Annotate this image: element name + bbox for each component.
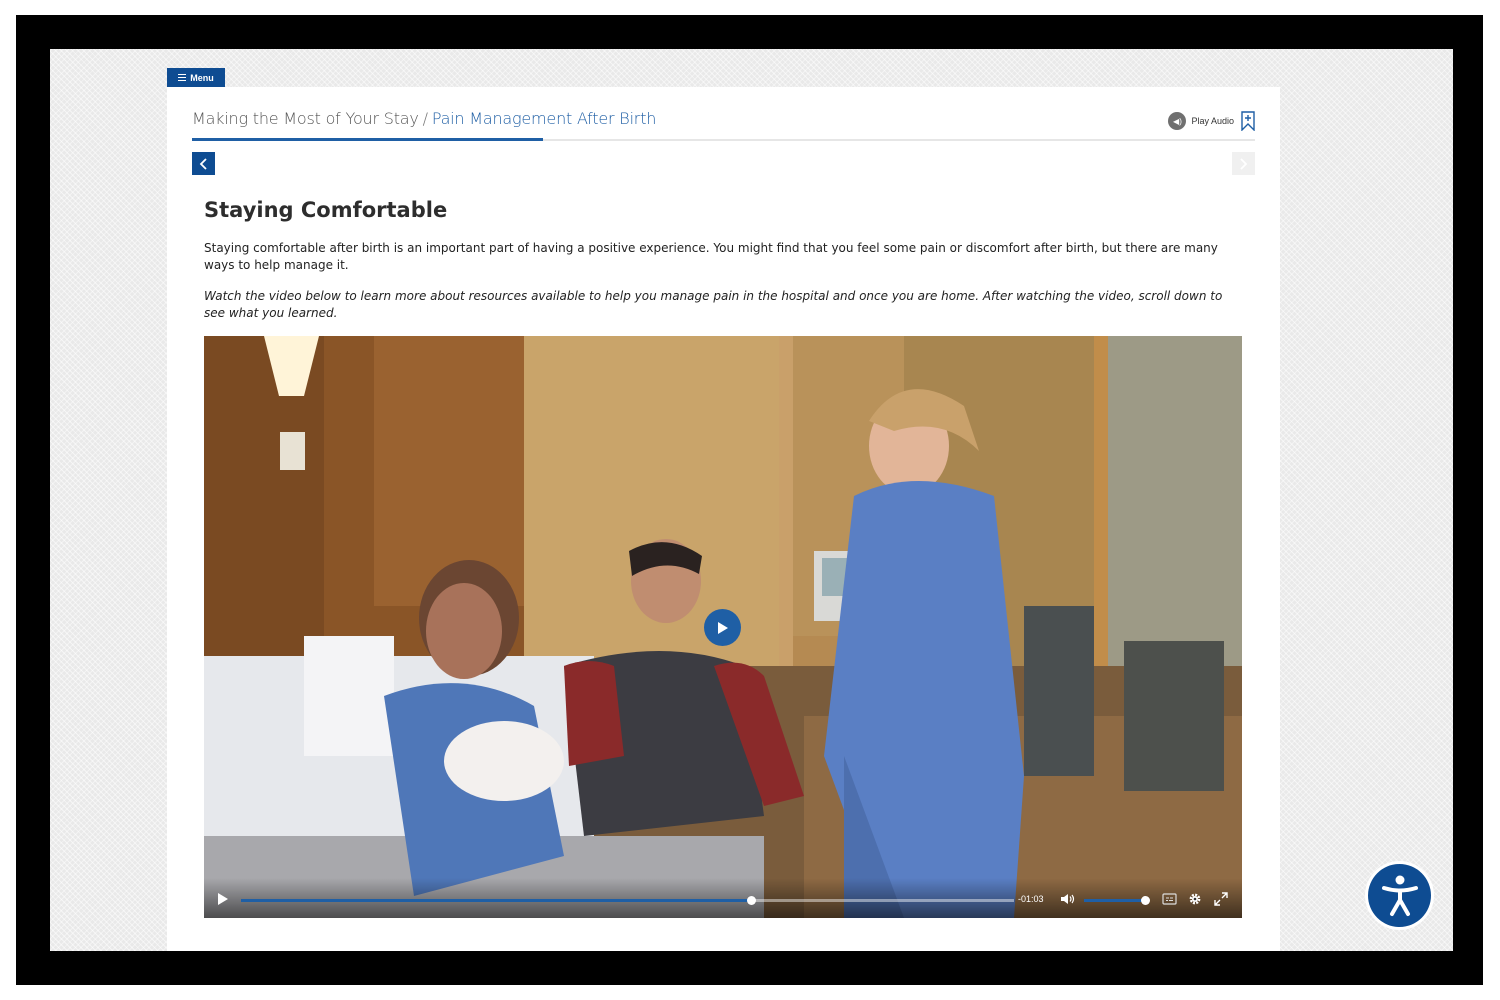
- lesson-card: Making the Most of Your Stay / Pain Manage…: [167, 87, 1280, 951]
- accessibility-icon: [1381, 875, 1418, 916]
- captions-icon[interactable]: [1162, 893, 1177, 905]
- play-audio-label: Play Audio: [1191, 116, 1234, 126]
- video-seek-bar[interactable]: [241, 896, 1014, 905]
- lesson-progress-fill: [192, 138, 543, 141]
- lesson-progress-bar: [192, 138, 1255, 141]
- breadcrumb-separator: /: [422, 109, 428, 128]
- bookmark-add-icon[interactable]: [1241, 111, 1255, 131]
- video-seek-handle[interactable]: [747, 896, 757, 905]
- video-player[interactable]: -01:03: [204, 336, 1242, 918]
- menu-button[interactable]: Menu: [167, 68, 225, 87]
- play-audio-button[interactable]: ◀) Play Audio: [1168, 111, 1255, 131]
- gear-icon[interactable]: [1188, 892, 1202, 906]
- audio-icon: ◀): [1168, 112, 1187, 130]
- video-play-overlay-button[interactable]: [704, 609, 741, 646]
- video-time-remaining: -01:03: [1018, 894, 1044, 904]
- breadcrumb: Making the Most of Your Stay / Pain Manage…: [192, 109, 656, 128]
- next-page-button[interactable]: [1232, 152, 1255, 175]
- menu-label: Menu: [190, 72, 214, 83]
- volume-level: [1084, 899, 1145, 902]
- page-heading: Staying Comfortable: [204, 198, 448, 222]
- hamburger-icon: [178, 74, 187, 81]
- volume-slider[interactable]: [1084, 896, 1150, 905]
- chevron-left-icon: [199, 157, 207, 170]
- chevron-right-icon: [1240, 157, 1248, 170]
- video-seek-progress: [241, 899, 752, 902]
- volume-handle[interactable]: [1140, 896, 1150, 905]
- play-icon[interactable]: [217, 892, 229, 906]
- video-instruction: Watch the video below to learn more abou…: [204, 289, 1223, 320]
- previous-page-button[interactable]: [192, 152, 215, 175]
- volume-icon[interactable]: [1060, 893, 1076, 905]
- breadcrumb-current: Pain Management After Birth: [431, 109, 657, 128]
- fullscreen-icon[interactable]: [1214, 892, 1228, 906]
- play-icon: [717, 621, 728, 634]
- breadcrumb-parent[interactable]: Making the Most of Your Stay: [192, 109, 419, 128]
- video-controls-bar: -01:03: [204, 878, 1242, 918]
- accessibility-button[interactable]: [1365, 861, 1434, 930]
- intro-paragraph: Staying comfortable after birth is an im…: [204, 241, 1218, 272]
